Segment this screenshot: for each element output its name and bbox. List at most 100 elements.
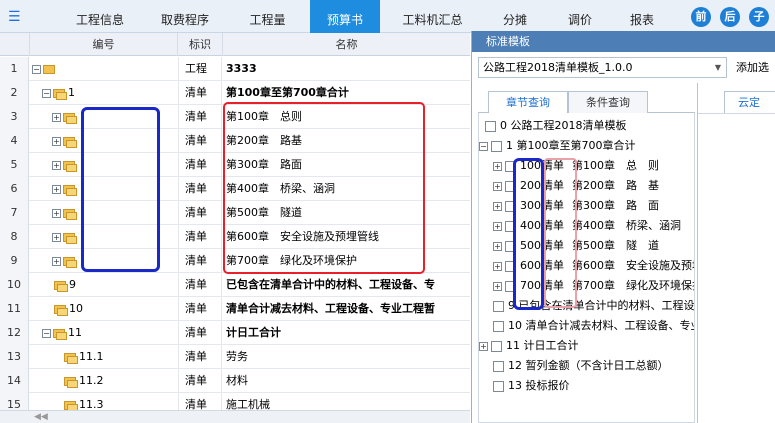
checkbox[interactable] (491, 340, 502, 352)
tab-labor-material-summary[interactable]: 工料机汇总 (390, 0, 475, 33)
folder-icon (63, 232, 77, 244)
folder-icon (54, 304, 68, 316)
table-row[interactable]: 12 − 11 清单 计日工合计 (0, 321, 470, 345)
table-row[interactable]: 10 9 清单 已包含在清单合计中的材料、工程设备、专 (0, 273, 470, 297)
row-number: 13 (0, 345, 29, 369)
tree-code: 10 (508, 319, 522, 332)
folder-icon (63, 160, 77, 172)
collapse-icon[interactable]: − (479, 141, 488, 151)
expand-icon[interactable]: + (52, 208, 61, 218)
row-number: 9 (0, 249, 29, 273)
move-down-icon[interactable]: 后 (720, 7, 740, 27)
tab-fee-procedure[interactable]: 取费程序 (145, 0, 225, 33)
expand-icon[interactable]: + (52, 256, 61, 266)
row-kind: 清单 (178, 153, 222, 177)
checkbox[interactable] (493, 380, 504, 392)
row-name[interactable]: 计日工合计 (223, 321, 470, 345)
expand-icon[interactable]: + (52, 160, 61, 170)
row-kind: 清单 (178, 129, 222, 153)
tab-condition-query[interactable]: 条件查询 (568, 91, 648, 113)
tree-item[interactable]: 12 暂列金额（不含计日工总额） (479, 356, 694, 376)
tree-name: 投标报价 (525, 379, 570, 392)
tab-project-info[interactable]: 工程信息 (55, 0, 145, 33)
tab-cloud[interactable]: 云定 (724, 91, 775, 113)
row-kind: 清单 (178, 273, 222, 297)
tab-report[interactable]: 报表 (612, 0, 672, 33)
chevron-down-icon[interactable]: ▼ (715, 58, 721, 77)
expand-icon[interactable]: + (493, 221, 502, 231)
tree-item[interactable]: 0 公路工程2018清单模板 (479, 116, 694, 136)
expand-icon[interactable]: + (493, 201, 502, 211)
tree-item[interactable]: 13 投标报价 (479, 376, 694, 396)
tree-item[interactable]: +11 计日工合计 (479, 336, 694, 356)
tree-item[interactable]: +700清单第700章 绿化及环境保护设 (479, 276, 694, 296)
expand-icon[interactable]: + (52, 184, 61, 194)
row-name[interactable]: 已包含在清单合计中的材料、工程设备、专 (223, 273, 470, 297)
row-number: 1 (0, 57, 29, 81)
row-code: 10 (69, 302, 83, 315)
blue-annotation-box (81, 107, 160, 272)
collapse-icon[interactable]: − (32, 64, 41, 74)
checkbox[interactable] (491, 140, 502, 152)
table-row[interactable]: 14 11.2 清单 材料 (0, 369, 470, 393)
expand-icon[interactable]: + (493, 161, 502, 171)
checkbox[interactable] (493, 300, 504, 312)
tab-allocation[interactable]: 分摊 (485, 0, 545, 33)
tab-budget[interactable]: 预算书 (310, 0, 380, 33)
table-row[interactable]: 1 − 工程 3333 (0, 57, 470, 81)
expand-icon[interactable]: + (52, 232, 61, 242)
row-code: 9 (69, 278, 76, 291)
row-name[interactable]: 3333 (223, 57, 470, 81)
collapse-icon[interactable]: − (42, 88, 51, 98)
tree-item[interactable]: 9 已包含在清单合计中的材料、工程设备 (479, 296, 694, 316)
folder-icon (63, 208, 77, 220)
tab-chapter-query[interactable]: 章节查询 (488, 91, 568, 113)
horizontal-scrollbar[interactable]: ◀◀ (0, 410, 470, 423)
move-up-icon[interactable]: 前 (691, 7, 711, 27)
row-name[interactable]: 清单合计减去材料、工程设备、专业工程暂 (223, 297, 470, 321)
collapse-icon[interactable]: − (42, 328, 51, 338)
tree-name: 暂列金额（不含计日工总额） (525, 359, 669, 372)
tree-item[interactable]: +100清单 第100章 总 则 (479, 156, 694, 176)
table-row[interactable]: 11 10 清单 清单合计减去材料、工程设备、专业工程暂 (0, 297, 470, 321)
tab-price-adjust[interactable]: 调价 (550, 0, 610, 33)
checkbox[interactable] (493, 320, 504, 332)
tree-item[interactable]: − 1 第100章至第700章合计 (479, 136, 694, 156)
row-name[interactable]: 劳务 (223, 345, 470, 369)
tree-name: 公路工程2018清单模板 (510, 119, 627, 132)
checkbox[interactable] (485, 120, 496, 132)
expand-icon[interactable]: + (52, 112, 61, 122)
row-kind: 清单 (178, 225, 222, 249)
child-icon[interactable]: 子 (749, 7, 769, 27)
tree-item[interactable]: 10 清单合计减去材料、工程设备、专业工 (479, 316, 694, 336)
add-selected-button[interactable]: 添加选 (736, 57, 769, 78)
kind-column-header[interactable]: 标识 (178, 33, 223, 56)
tab-quantity[interactable]: 工程量 (225, 0, 310, 33)
checkbox[interactable] (493, 360, 504, 372)
table-row[interactable]: 13 11.1 清单 劳务 (0, 345, 470, 369)
name-column-header[interactable]: 名称 (223, 33, 470, 56)
row-number: 5 (0, 153, 29, 177)
expand-icon[interactable]: + (479, 341, 488, 351)
tree-item[interactable]: +200清单 第200章 路 基 (479, 176, 694, 196)
expand-icon[interactable]: + (493, 281, 502, 291)
expand-icon[interactable]: + (493, 181, 502, 191)
row-number: 2 (0, 81, 29, 105)
folder-icon (53, 88, 67, 100)
expand-icon[interactable]: + (52, 136, 61, 146)
row-kind: 清单 (178, 201, 222, 225)
row-number: 10 (0, 273, 29, 297)
row-name[interactable]: 材料 (223, 369, 470, 393)
tree-item[interactable]: +300清单 第300章 路 面 (479, 196, 694, 216)
menu-icon[interactable]: ☰ (8, 7, 30, 27)
tree-item[interactable]: +600清单第600章 安全设施及预埋管 (479, 256, 694, 276)
code-column-header[interactable]: 编号 (30, 33, 178, 56)
template-select[interactable]: 公路工程2018清单模板_1.0.0 ▼ (478, 57, 727, 78)
tree-name: 第400章 桥梁、涵洞 (572, 219, 681, 232)
tree-item[interactable]: +400清单 第400章 桥梁、涵洞 (479, 216, 694, 236)
row-code: 1 (68, 86, 75, 99)
tree-name: 第200章 路 基 (572, 179, 659, 192)
expand-icon[interactable]: + (493, 261, 502, 271)
expand-icon[interactable]: + (493, 241, 502, 251)
tree-item[interactable]: +500清单 第500章 隧 道 (479, 236, 694, 256)
